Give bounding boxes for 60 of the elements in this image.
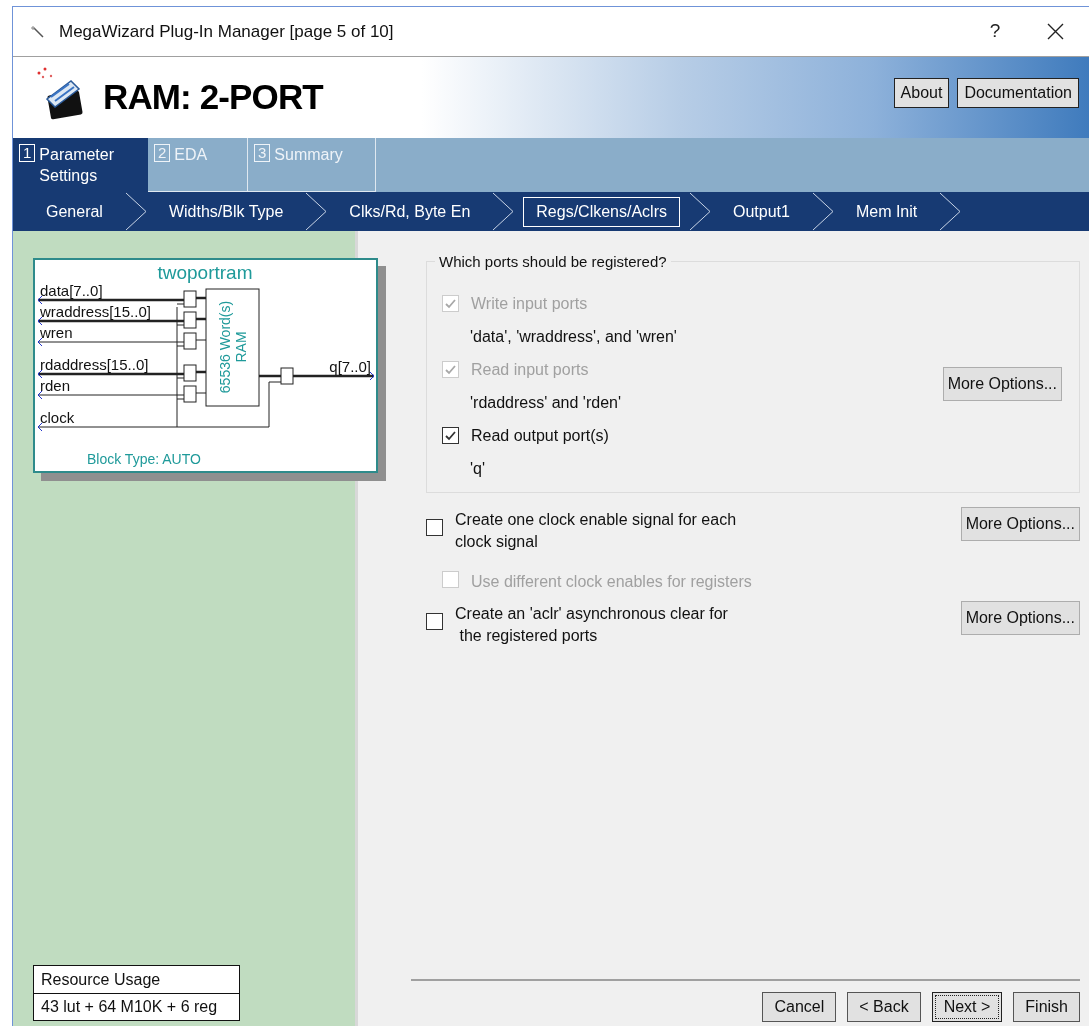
- wand-icon: [31, 24, 45, 39]
- option-label: Create an 'aclr' asynchronous clear for the registered ports: [455, 604, 728, 646]
- close-icon: [1046, 23, 1064, 40]
- tab-label: EDA: [174, 145, 209, 165]
- more-options-button[interactable]: More Options...: [960, 507, 1080, 541]
- option-label: Read input ports: [471, 359, 589, 380]
- port-list: 'rdaddress' and 'rden': [442, 386, 943, 419]
- check-icon: [444, 429, 457, 442]
- tab-number: 1: [19, 144, 36, 162]
- step-link[interactable]: General: [33, 196, 116, 227]
- wizard-button[interactable]: Finish: [1013, 992, 1080, 1022]
- tab-number: 2: [154, 144, 171, 162]
- step-link[interactable]: Mem Init: [842, 196, 931, 227]
- chevron-icon: [123, 192, 148, 231]
- more-options-button[interactable]: More Options...: [960, 601, 1080, 635]
- block-type-label: Block Type: AUTO: [87, 451, 201, 467]
- port-label: wraddress[15..0]: [40, 303, 151, 320]
- tab-label: Summary: [274, 145, 344, 165]
- ram-label: 65536 Word(s) RAM: [217, 300, 249, 394]
- checkbox[interactable]: [442, 427, 459, 444]
- port-label: q[7..0]: [329, 358, 371, 375]
- chevron-icon: [938, 192, 963, 231]
- chevron-icon: [491, 192, 516, 231]
- option-label: Create one clock enable signal for each clock signal: [455, 510, 737, 552]
- chevron-icon: [304, 192, 329, 231]
- header-button[interactable]: Documentation: [957, 77, 1079, 108]
- wizard-tab[interactable]: 1 Parameter Settings: [13, 138, 148, 192]
- chevron-icon: [810, 192, 835, 231]
- help-button[interactable]: ?: [975, 11, 1015, 52]
- wizard-button[interactable]: Next >: [931, 992, 1003, 1022]
- check-icon: [444, 297, 457, 310]
- port-label: clock: [40, 409, 75, 426]
- port-list: 'q': [442, 452, 943, 485]
- resource-usage-value: 43 lut + 64 M10K + 6 reg: [40, 997, 219, 1017]
- chevron-icon: [688, 192, 712, 231]
- step-link[interactable]: Regs/Clkens/Aclrs: [523, 196, 680, 227]
- header-button[interactable]: About: [893, 77, 950, 108]
- check-icon: [444, 363, 457, 376]
- port-label: wren: [40, 324, 73, 341]
- tab-label: Parameter Settings: [39, 145, 116, 186]
- option-label: Use different clock enables for registers: [471, 572, 752, 592]
- port-label: rdaddress[15..0]: [40, 356, 149, 373]
- window-title: MegaWizard Plug-In Manager [page 5 of 10]: [59, 20, 394, 43]
- option-label: Read output port(s): [471, 425, 609, 446]
- step-link[interactable]: Output1: [720, 196, 803, 227]
- port-label: data[7..0]: [40, 282, 103, 299]
- step-link[interactable]: Clks/Rd, Byte En: [336, 196, 484, 227]
- checkbox[interactable]: [426, 519, 443, 536]
- diagram-title: twoportram: [157, 262, 253, 283]
- option-label: Write input ports: [471, 293, 588, 314]
- port-label: rden: [40, 377, 71, 394]
- port-list: 'data', 'wraddress', and 'wren': [442, 320, 943, 353]
- tab-number: 3: [254, 144, 271, 162]
- resource-usage-title: Resource Usage: [34, 966, 239, 994]
- step-link[interactable]: Widths/Blk Type: [155, 196, 297, 227]
- wizard-button[interactable]: < Back: [847, 992, 921, 1022]
- wizard-button[interactable]: Cancel: [762, 992, 837, 1022]
- wizard-heading: RAM: 2-PORT: [103, 76, 323, 119]
- more-options-button[interactable]: More Options...: [942, 367, 1062, 401]
- checkbox[interactable]: [426, 613, 443, 630]
